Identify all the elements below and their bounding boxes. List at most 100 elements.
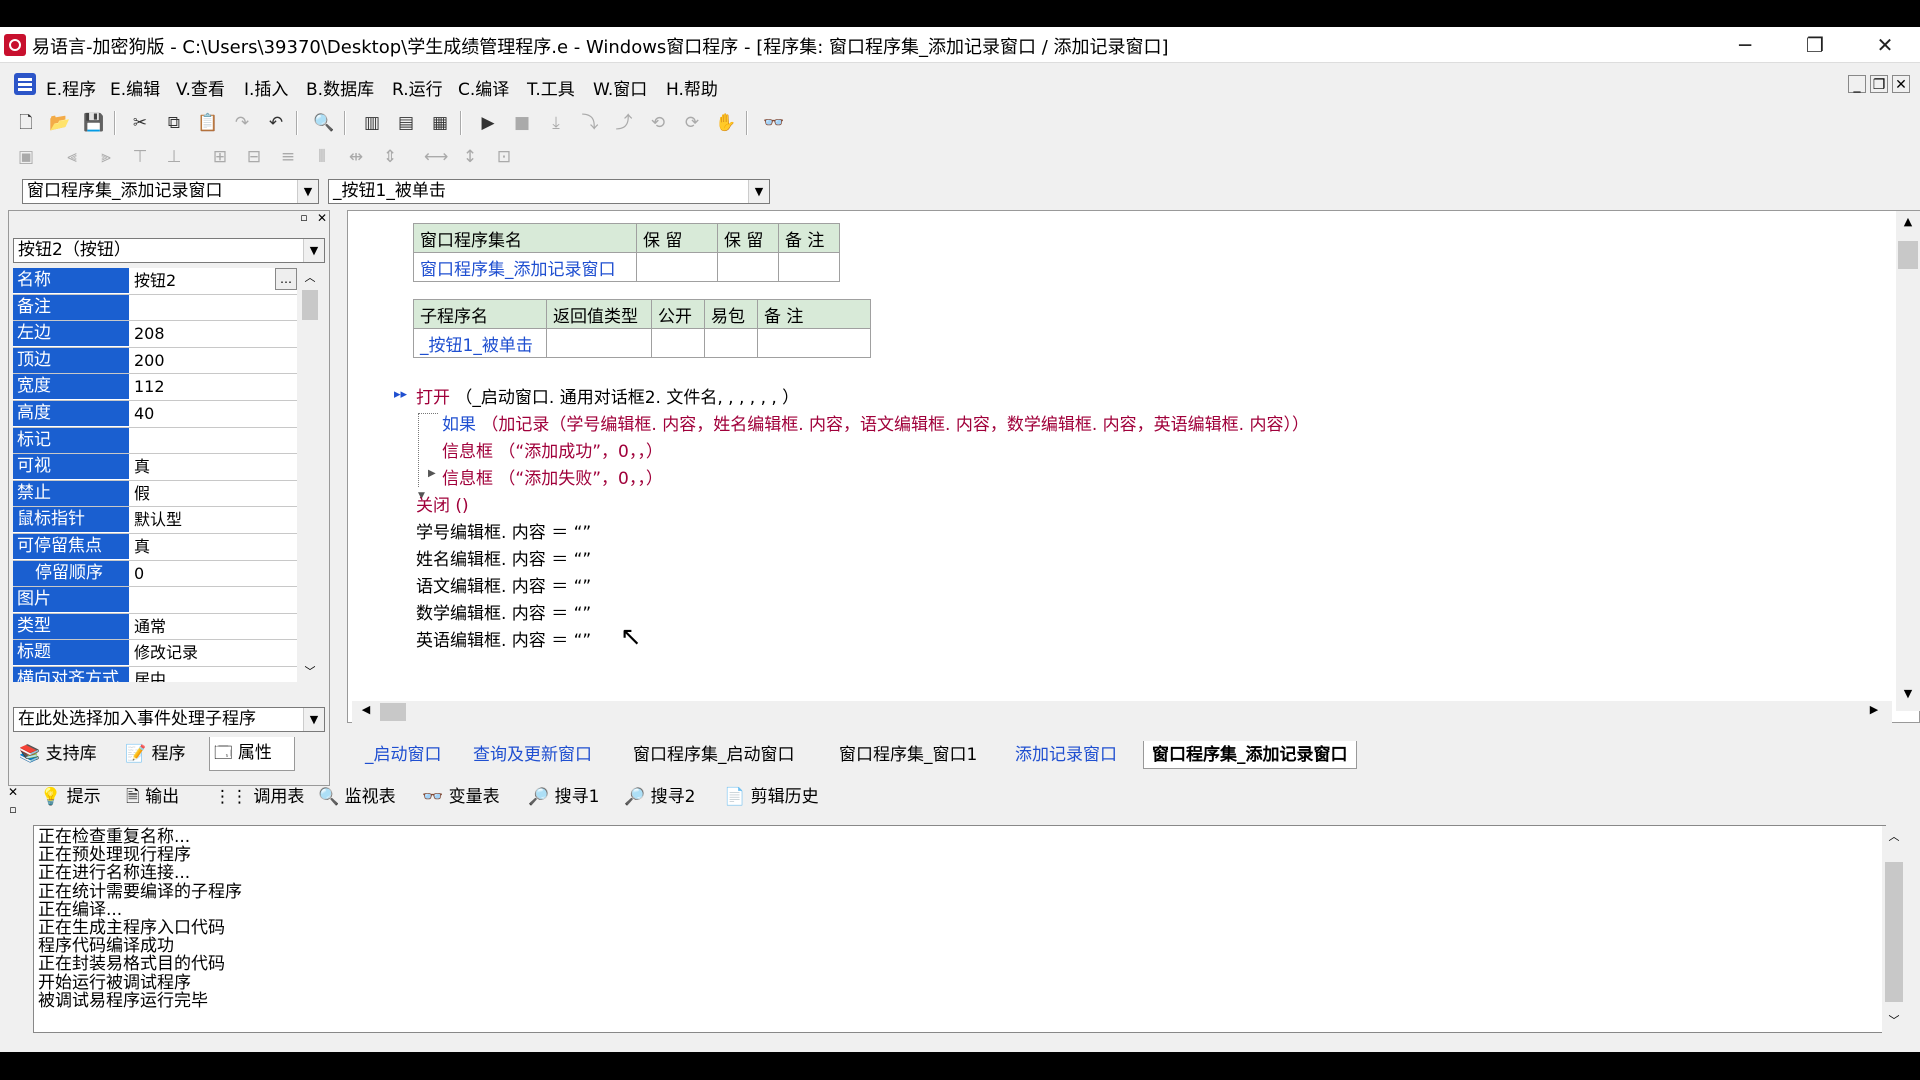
layout-1-icon[interactable]: ▥: [360, 111, 384, 135]
find-icon[interactable]: 🔍: [312, 111, 336, 135]
tab-hint[interactable]: 💡 提示: [40, 782, 101, 812]
distribute-h-icon[interactable]: ⇹: [344, 145, 368, 169]
property-row[interactable]: 标记: [13, 427, 297, 455]
tab-doc-startup-window[interactable]: _启动窗口: [365, 741, 442, 769]
panel-close-icon[interactable]: ✕: [315, 211, 329, 225]
restore-button[interactable]: ❐: [1785, 27, 1845, 63]
same-size-icon[interactable]: ⊡: [492, 145, 516, 169]
center-h-icon[interactable]: ⊞: [208, 145, 232, 169]
menu-insert[interactable]: I.插入: [244, 75, 288, 100]
scroll-thumb[interactable]: [1898, 241, 1918, 269]
tab-search2[interactable]: 🔎 搜寻2: [624, 782, 695, 812]
menu-window[interactable]: W.窗口: [593, 75, 647, 100]
property-row[interactable]: 标题 修改记录: [13, 640, 297, 667]
open-folder-icon[interactable]: 📂: [48, 111, 72, 135]
property-value[interactable]: [130, 587, 296, 613]
menu-edit[interactable]: E.编辑: [110, 75, 160, 100]
property-value[interactable]: 40: [130, 400, 296, 426]
scroll-right-icon[interactable]: ▶: [1864, 703, 1884, 721]
assembly-cell[interactable]: [636, 252, 718, 282]
property-value[interactable]: 按钮2: [130, 268, 296, 293]
tab-doc-add-record-window[interactable]: 添加记录窗口: [1015, 741, 1117, 769]
subroutine-selector[interactable]: _按钮1_被单击 ▼: [328, 179, 770, 204]
scroll-down-icon[interactable]: ▼: [1896, 687, 1920, 707]
property-row[interactable]: 横向对齐方式 居中: [13, 666, 297, 682]
property-row[interactable]: 图片: [13, 587, 297, 614]
property-row[interactable]: 左边 208: [13, 321, 297, 348]
redo-icon[interactable]: ↷: [230, 111, 254, 135]
copy-icon[interactable]: ⧉: [162, 111, 186, 135]
layout-2-icon[interactable]: ▤: [394, 111, 418, 135]
chevron-down-icon[interactable]: ▼: [303, 239, 324, 262]
output-vscroll[interactable]: ︿ ﹀: [1882, 826, 1906, 1033]
output-panel-close-icon[interactable]: ✕: [6, 785, 20, 799]
space-h-icon[interactable]: ⦀: [310, 145, 334, 169]
cut-icon[interactable]: ✂: [128, 111, 152, 135]
menu-compile[interactable]: C.编译: [458, 75, 509, 100]
code-line-assign[interactable]: 姓名编辑框. 内容 ＝ “”: [416, 545, 591, 570]
ellipsis-button[interactable]: …: [275, 268, 297, 290]
assembly-cell[interactable]: [717, 252, 779, 282]
sub-cell[interactable]: [757, 328, 871, 358]
distribute-v-icon[interactable]: ⇕: [378, 145, 402, 169]
align-bottom-icon[interactable]: ⊥: [162, 145, 186, 169]
scroll-thumb[interactable]: [380, 703, 406, 721]
paste-icon[interactable]: 📋: [196, 111, 220, 135]
run-to-cursor-icon[interactable]: ⟳: [680, 111, 704, 135]
chevron-down-icon[interactable]: ▼: [748, 180, 769, 203]
code-line-msgbox-success[interactable]: 信息框 （“添加成功”，0，，）: [442, 437, 663, 462]
scroll-down-icon[interactable]: ﹀: [299, 662, 321, 682]
output-console[interactable]: 正在检查重复名称... 正在预处理现行程序 正在进行名称连接... 正在统计需要编译的…: [33, 825, 1886, 1033]
menu-help[interactable]: H.帮助: [666, 75, 718, 100]
menu-tools[interactable]: T.工具: [527, 75, 575, 100]
output-panel-float-icon[interactable]: ▫: [6, 803, 20, 817]
code-line-assign[interactable]: 数学编辑框. 内容 ＝ “”: [416, 599, 591, 624]
tab-output[interactable]: 🗎 输出: [126, 782, 179, 812]
chevron-down-icon[interactable]: ▼: [297, 180, 318, 203]
property-row[interactable]: 禁止假: [13, 480, 297, 508]
tab-doc-startup-assembly[interactable]: 窗口程序集_启动窗口: [633, 741, 795, 769]
property-value[interactable]: 112: [130, 374, 296, 400]
scroll-up-icon[interactable]: ▲: [1896, 215, 1920, 235]
tab-support-library[interactable]: 📚 支持库: [13, 739, 123, 769]
code-line-assign[interactable]: 语文编辑框. 内容 ＝ “”: [416, 572, 591, 597]
editor-vscroll[interactable]: ▲ ▼: [1896, 211, 1920, 711]
object-selector[interactable]: 按钮2（按钮） ▼: [13, 238, 325, 263]
property-value[interactable]: 修改记录: [130, 640, 296, 666]
code-line-assign[interactable]: 学号编辑框. 内容 ＝ “”: [416, 518, 591, 543]
close-button[interactable]: ✕: [1855, 27, 1915, 63]
tab-doc-add-record-assembly[interactable]: 窗口程序集_添加记录窗口: [1143, 741, 1357, 769]
tab-call-stack[interactable]: ⋮⋮ 调用表: [214, 782, 304, 812]
property-row[interactable]: 停留顺序 0: [13, 560, 297, 588]
scroll-down-icon[interactable]: ﹀: [1882, 1012, 1906, 1032]
event-selector[interactable]: 在此处选择加入事件处理子程序 ▼: [13, 707, 325, 732]
run-icon[interactable]: ▶: [476, 111, 500, 135]
same-width-icon[interactable]: ⟷: [424, 145, 448, 169]
sub-cell[interactable]: [651, 328, 705, 358]
new-file-icon[interactable]: 🗋: [14, 111, 38, 135]
property-row[interactable]: 鼠标指针 默认型: [13, 507, 297, 534]
step-icon[interactable]: ⤓: [544, 111, 568, 135]
menu-view[interactable]: V.查看: [176, 75, 225, 100]
assembly-name-cell[interactable]: 窗口程序集_添加记录窗口: [413, 252, 637, 282]
align-right-icon[interactable]: ⫸: [94, 145, 118, 169]
code-line-open[interactable]: 打开 （_启动窗口. 通用对话框2. 文件名, , , , , , ）: [416, 383, 799, 408]
align-left-icon[interactable]: ⫷: [60, 145, 84, 169]
tab-properties[interactable]: 🗔 属性: [209, 737, 295, 771]
menu-database[interactable]: B.数据库: [306, 75, 374, 100]
step-out-icon[interactable]: ⟲: [646, 111, 670, 135]
menu-run[interactable]: R.运行: [392, 75, 443, 100]
property-row[interactable]: 备注: [13, 294, 297, 322]
mdi-minimize-icon[interactable]: _: [1848, 75, 1866, 93]
layout-3-icon[interactable]: ▦: [428, 111, 452, 135]
tab-watch[interactable]: 🔍 监视表: [318, 782, 396, 812]
same-height-icon[interactable]: ↕: [458, 145, 482, 169]
panel-float-icon[interactable]: ▫: [297, 211, 311, 225]
menu-app-icon[interactable]: [14, 73, 36, 95]
property-value[interactable]: [130, 294, 296, 320]
scroll-thumb[interactable]: [1885, 862, 1903, 1002]
tab-doc-window1-assembly[interactable]: 窗口程序集_窗口1: [839, 741, 977, 769]
scroll-left-icon[interactable]: ◀: [356, 703, 376, 721]
chevron-down-icon[interactable]: ▼: [303, 708, 324, 731]
save-icon[interactable]: 💾: [82, 111, 106, 135]
